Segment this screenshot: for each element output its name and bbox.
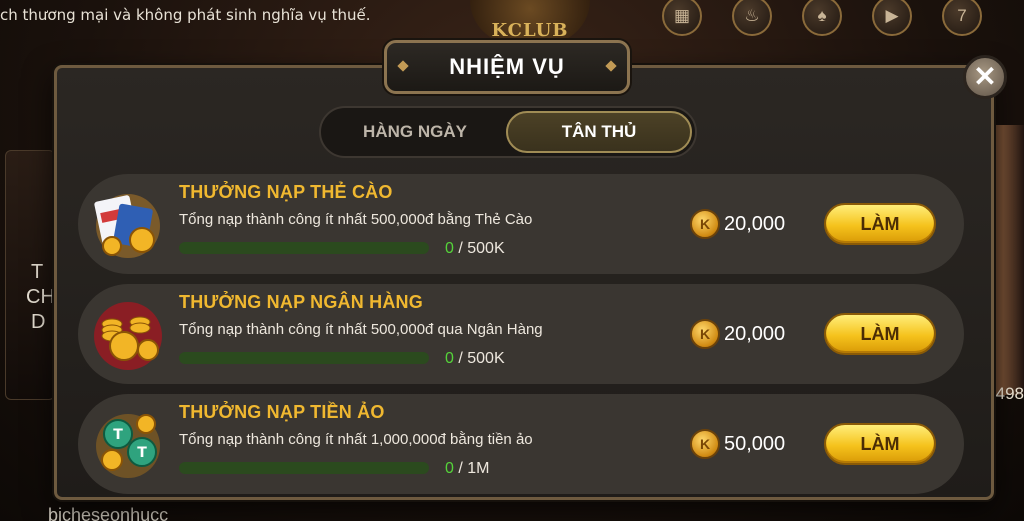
progress-separator: /	[453, 460, 468, 477]
coin-icon: K	[690, 209, 720, 239]
reward: K 50,000	[690, 428, 785, 460]
do-task-button[interactable]: LÀM	[824, 203, 936, 245]
bank-coins-icon	[90, 294, 166, 374]
side-letter: T	[31, 261, 44, 283]
task-description: Tổng nạp thành công ít nhất 1,000,000đ b…	[179, 431, 533, 448]
video-icon[interactable]: ▶	[872, 0, 912, 36]
fire-icon[interactable]: ♨	[732, 0, 772, 36]
task-description: Tổng nạp thành công ít nhất 500,000đ qua…	[179, 321, 543, 338]
slot-icon[interactable]: 7	[942, 0, 982, 36]
task-description: Tổng nạp thành công ít nhất 500,000đ bằn…	[179, 211, 533, 228]
side-letter: CH	[26, 286, 55, 308]
task-row: THƯỞNG NẠP THẺ CÀO Tổng nạp thành công í…	[78, 174, 964, 274]
task-title: THƯỞNG NẠP NGÂN HÀNG	[179, 292, 423, 312]
progress-target: 500K	[467, 350, 505, 367]
progress-target: 1M	[467, 460, 490, 477]
task-title: THƯỞNG NẠP TIỀN ẢO	[179, 402, 385, 422]
progress-separator: /	[453, 240, 468, 257]
ornament-icon	[605, 60, 617, 72]
coin-icon: K	[690, 429, 720, 459]
game-logo: KCLUB	[470, 0, 590, 44]
crypto-coins-icon: T T	[90, 404, 166, 484]
coin-icon: K	[690, 319, 720, 349]
reward: K 20,000	[690, 318, 785, 350]
grid-icon[interactable]: ▦	[662, 0, 702, 36]
task-title: THƯỞNG NẠP THẺ CÀO	[179, 182, 393, 202]
background-username: bicheseonhucc	[48, 505, 169, 521]
reward-amount: 20,000	[724, 212, 786, 235]
modal-title-text: NHIỆM VỤ	[449, 54, 565, 79]
tab-newbie[interactable]: TÂN THỦ	[506, 111, 692, 153]
cards-icon[interactable]: ♠	[802, 0, 842, 36]
top-bar: ▦ ♨ ♠ ▶ 7	[662, 0, 982, 36]
progress-text: 0 / 1M	[445, 460, 489, 478]
reward-amount: 50,000	[724, 432, 786, 455]
progress-bar	[179, 242, 429, 254]
background-number: 498	[995, 384, 1024, 403]
task-row: T T THƯỞNG NẠP TIỀN ẢO Tổng nạp thành cô…	[78, 394, 964, 494]
progress-current: 0	[445, 350, 454, 367]
progress-current: 0	[445, 240, 454, 257]
reward-amount: 20,000	[724, 322, 786, 345]
reward: K 20,000	[690, 208, 785, 240]
side-letter: D	[31, 311, 46, 333]
do-task-button[interactable]: LÀM	[824, 423, 936, 465]
scratch-card-icon	[90, 184, 166, 264]
progress-bar	[179, 352, 429, 364]
do-task-button[interactable]: LÀM	[824, 313, 936, 355]
progress-separator: /	[453, 350, 468, 367]
task-row: THƯỞNG NẠP NGÂN HÀNG Tổng nạp thành công…	[78, 284, 964, 384]
svg-text:T: T	[137, 445, 147, 461]
svg-text:T: T	[113, 427, 123, 443]
background-side-panel: T CH D	[5, 150, 55, 400]
progress-current: 0	[445, 460, 454, 477]
progress-bar	[179, 462, 429, 474]
progress-target: 500K	[467, 240, 505, 257]
modal-title: NHIỆM VỤ	[384, 40, 630, 94]
progress-text: 0 / 500K	[445, 240, 505, 258]
tab-daily[interactable]: HÀNG NGÀY	[324, 111, 506, 153]
ornament-icon	[397, 60, 409, 72]
progress-text: 0 / 500K	[445, 350, 505, 368]
mission-tabs: HÀNG NGÀY TÂN THỦ	[319, 106, 697, 158]
close-button[interactable]: ✕	[963, 55, 1007, 99]
